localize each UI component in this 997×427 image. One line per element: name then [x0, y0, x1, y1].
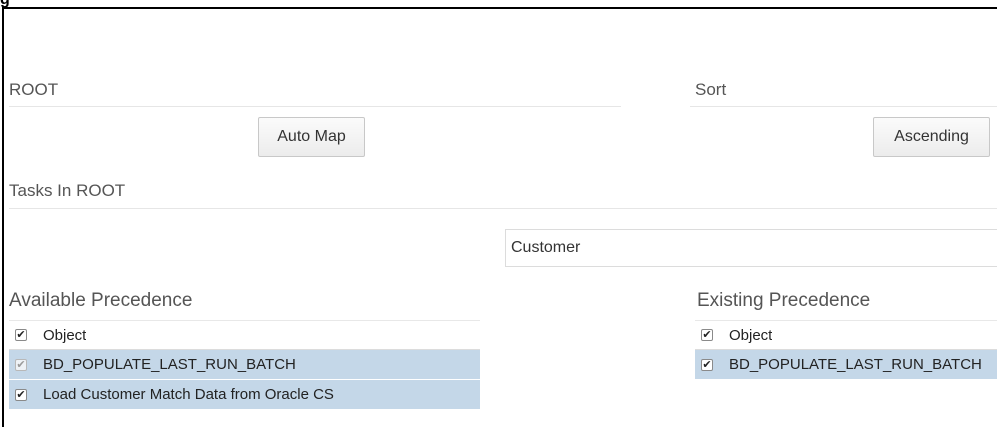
- tasks-section-title: Tasks In ROOT: [9, 181, 126, 200]
- tasks-divider: [9, 208, 997, 209]
- root-divider: [9, 106, 621, 107]
- object-name: BD_POPULATE_LAST_RUN_BATCH: [43, 356, 296, 373]
- ascending-sort-button[interactable]: Ascending: [873, 117, 990, 157]
- sort-section-title: Sort: [695, 80, 727, 99]
- sort-divider: [690, 106, 997, 107]
- object-column-header: Object: [43, 326, 87, 344]
- table-row[interactable]: ✔ BD_POPULATE_LAST_RUN_BATCH: [9, 350, 480, 380]
- task-filter-input[interactable]: Customer: [505, 229, 997, 267]
- available-precedence-title: Available Precedence: [9, 290, 193, 311]
- table-header-row: ✔ Object: [9, 320, 480, 350]
- table-row[interactable]: ✔ Load Customer Match Data from Oracle C…: [9, 380, 480, 410]
- object-name: BD_POPULATE_LAST_RUN_BATCH: [729, 356, 982, 373]
- existing-precedence-title: Existing Precedence: [697, 290, 871, 311]
- select-all-checkbox[interactable]: ✔: [701, 329, 713, 341]
- auto-map-button[interactable]: Auto Map: [258, 117, 365, 157]
- available-precedence-table: ✔ Object ✔ BD_POPULATE_LAST_RUN_BATCH ✔ …: [9, 320, 480, 410]
- row-checkbox[interactable]: ✔: [15, 388, 27, 401]
- object-column-header: Object: [729, 326, 773, 344]
- root-section-title: ROOT: [9, 80, 59, 99]
- row-checkbox: ✔: [15, 358, 27, 371]
- row-checkbox[interactable]: ✔: [701, 358, 713, 371]
- select-all-checkbox[interactable]: ✔: [15, 329, 27, 341]
- object-name: Load Customer Match Data from Oracle CS: [43, 386, 334, 403]
- table-row[interactable]: ✔ BD_POPULATE_LAST_RUN_BATCH: [695, 350, 997, 380]
- table-header-row: ✔ Object: [695, 320, 997, 350]
- existing-precedence-table: ✔ Object ✔ BD_POPULATE_LAST_RUN_BATCH: [695, 320, 997, 380]
